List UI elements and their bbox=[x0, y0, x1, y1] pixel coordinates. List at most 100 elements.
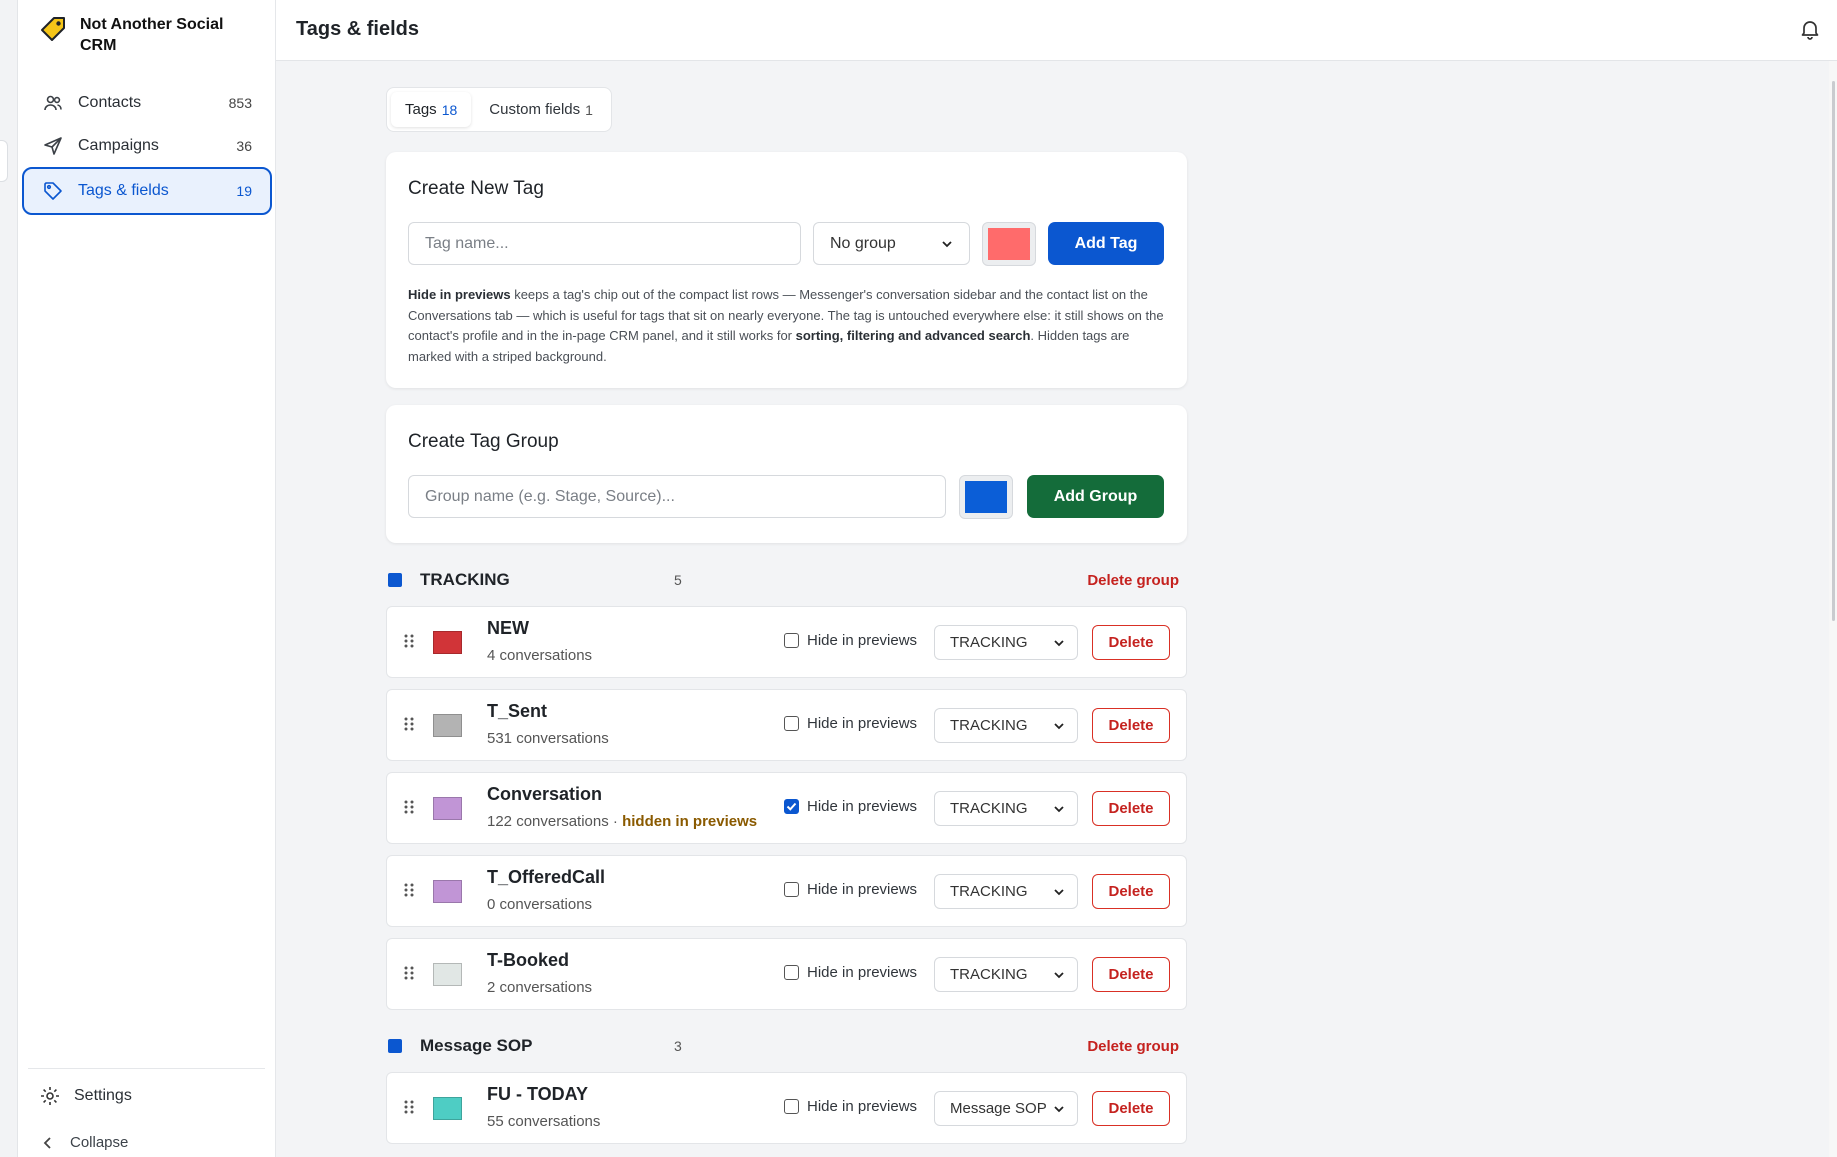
tag-conversations: 122 conversations · hidden in previews bbox=[487, 813, 757, 830]
collapse-label: Collapse bbox=[70, 1134, 129, 1151]
drag-handle-icon[interactable] bbox=[403, 716, 415, 734]
tag-group-select[interactable]: TRACKING bbox=[934, 708, 1078, 743]
tag-color-swatch[interactable] bbox=[433, 797, 462, 820]
tag-color-swatch[interactable] bbox=[433, 714, 462, 737]
hide-in-previews-toggle[interactable]: Hide in previews bbox=[784, 964, 917, 981]
tag-color-swatch[interactable] bbox=[433, 1097, 462, 1120]
tag-name-input[interactable]: Tag name... bbox=[408, 222, 801, 265]
drag-handle-icon[interactable] bbox=[403, 1099, 415, 1117]
drag-handle-icon[interactable] bbox=[403, 882, 415, 900]
delete-tag-button[interactable]: Delete bbox=[1092, 1091, 1170, 1126]
hide-in-previews-help: Hide in previews keeps a tag's chip out … bbox=[408, 285, 1168, 367]
chevron-down-icon bbox=[1054, 639, 1064, 646]
sidebar-item-campaigns[interactable]: Campaigns 36 bbox=[22, 122, 272, 170]
tab-count: 18 bbox=[441, 101, 458, 118]
tag-color-swatch[interactable] bbox=[433, 880, 462, 903]
create-group-title: Create Tag Group bbox=[408, 431, 559, 452]
scrollbar-thumb[interactable] bbox=[1832, 81, 1835, 621]
delete-tag-button[interactable]: Delete bbox=[1092, 957, 1170, 992]
delete-group-button[interactable]: Delete group bbox=[1087, 572, 1179, 589]
group-color-picker[interactable] bbox=[959, 475, 1013, 519]
gear-icon bbox=[41, 1087, 59, 1105]
chevron-left-icon bbox=[43, 1136, 51, 1149]
tag-color-swatch[interactable] bbox=[433, 631, 462, 654]
collapse-button[interactable]: Collapse bbox=[42, 1134, 128, 1151]
tag-group-value: TRACKING bbox=[950, 800, 1028, 817]
sidebar-item-contacts[interactable]: Contacts 853 bbox=[22, 79, 272, 127]
hide-in-previews-toggle[interactable]: Hide in previews bbox=[784, 798, 917, 815]
group-count: 3 bbox=[674, 1038, 682, 1054]
tag-conversations: 2 conversations bbox=[487, 979, 593, 996]
sidebar-toggle-handle[interactable] bbox=[0, 140, 8, 182]
help-bold-1: Hide in previews bbox=[408, 287, 511, 302]
tag-conversations: 531 conversations bbox=[487, 730, 609, 747]
hide-in-previews-checkbox[interactable] bbox=[784, 965, 799, 980]
tag-group-select[interactable]: TRACKING bbox=[934, 625, 1078, 660]
tag-group-value: Message SOP bbox=[950, 1100, 1047, 1117]
help-bold-2: sorting, filtering and advanced search bbox=[795, 328, 1031, 343]
delete-tag-button[interactable]: Delete bbox=[1092, 791, 1170, 826]
topbar: Tags & fields bbox=[276, 0, 1837, 61]
app-name: Not Another Social CRM bbox=[80, 16, 224, 54]
hide-in-previews-label: Hide in previews bbox=[807, 715, 918, 732]
chevron-down-icon bbox=[1054, 971, 1064, 978]
hide-in-previews-checkbox[interactable] bbox=[784, 633, 799, 648]
tag-logo-icon bbox=[41, 17, 65, 41]
drag-handle-icon[interactable] bbox=[403, 965, 415, 983]
tag-icon bbox=[42, 180, 64, 202]
tag-group-value: TRACKING bbox=[950, 634, 1028, 651]
hide-in-previews-label: Hide in previews bbox=[807, 798, 918, 815]
group-name-input[interactable]: Group name (e.g. Stage, Source)... bbox=[408, 475, 946, 518]
delete-tag-button[interactable]: Delete bbox=[1092, 874, 1170, 909]
group-name: TRACKING bbox=[420, 570, 510, 589]
hide-in-previews-checkbox[interactable] bbox=[784, 882, 799, 897]
tag-name: T-Booked bbox=[487, 950, 570, 970]
bell-icon[interactable] bbox=[1799, 18, 1821, 40]
tab-count: 1 bbox=[585, 101, 593, 118]
sidebar-item-count: 36 bbox=[236, 138, 252, 154]
tab-label: Custom fields bbox=[489, 101, 581, 118]
sidebar-item-label: Campaigns bbox=[78, 137, 159, 154]
hide-in-previews-label: Hide in previews bbox=[807, 632, 918, 649]
sidebar-item-tags-fields[interactable]: Tags & fields 19 bbox=[22, 167, 272, 215]
hide-in-previews-checkbox[interactable] bbox=[784, 799, 799, 814]
tag-group-header: Message SOP 3 Delete group bbox=[386, 1031, 1187, 1061]
tag-conversations-count: 122 conversations · bbox=[487, 813, 623, 830]
tag-color-picker[interactable] bbox=[982, 222, 1036, 266]
tag-group-select[interactable]: TRACKING bbox=[934, 957, 1078, 992]
tag-group-select[interactable]: No group bbox=[813, 222, 970, 265]
delete-group-button[interactable]: Delete group bbox=[1087, 1038, 1179, 1055]
tab-tags[interactable]: Tags 18 bbox=[391, 92, 472, 127]
hide-in-previews-label: Hide in previews bbox=[807, 881, 918, 898]
tag-group-select[interactable]: TRACKING bbox=[934, 874, 1078, 909]
delete-tag-button[interactable]: Delete bbox=[1092, 625, 1170, 660]
tag-group-select[interactable]: TRACKING bbox=[934, 791, 1078, 826]
chevron-down-icon bbox=[1054, 1105, 1064, 1112]
chevron-down-icon bbox=[1054, 805, 1064, 812]
hide-in-previews-toggle[interactable]: Hide in previews bbox=[784, 881, 917, 898]
tag-row: T_Sent 531 conversations Hide in preview… bbox=[386, 689, 1187, 761]
sidebar-divider bbox=[28, 1068, 265, 1069]
hide-in-previews-checkbox[interactable] bbox=[784, 1099, 799, 1114]
settings-link[interactable]: Settings bbox=[40, 1086, 132, 1106]
tag-name: T_OfferedCall bbox=[487, 867, 606, 887]
hide-in-previews-toggle[interactable]: Hide in previews bbox=[784, 715, 917, 732]
tab-label: Tags bbox=[405, 101, 437, 118]
hide-in-previews-toggle[interactable]: Hide in previews bbox=[784, 632, 917, 649]
drag-handle-icon[interactable] bbox=[403, 799, 415, 817]
tag-row: Conversation 122 conversations · hidden … bbox=[386, 772, 1187, 844]
delete-tag-button[interactable]: Delete bbox=[1092, 708, 1170, 743]
scrollbar[interactable] bbox=[1829, 61, 1837, 1157]
hide-in-previews-label: Hide in previews bbox=[807, 1098, 918, 1115]
drag-handle-icon[interactable] bbox=[403, 633, 415, 651]
tag-color-swatch[interactable] bbox=[433, 963, 462, 986]
add-tag-button[interactable]: Add Tag bbox=[1048, 222, 1164, 265]
add-group-button[interactable]: Add Group bbox=[1027, 475, 1164, 518]
tab-custom-fields[interactable]: Custom fields 1 bbox=[475, 92, 607, 127]
tag-group-value: TRACKING bbox=[950, 883, 1028, 900]
tag-group-select[interactable]: Message SOP bbox=[934, 1091, 1078, 1126]
hide-in-previews-checkbox[interactable] bbox=[784, 716, 799, 731]
tag-conversations: 55 conversations bbox=[487, 1113, 601, 1130]
sidebar-item-label: Contacts bbox=[78, 94, 142, 111]
hide-in-previews-toggle[interactable]: Hide in previews bbox=[784, 1098, 917, 1115]
